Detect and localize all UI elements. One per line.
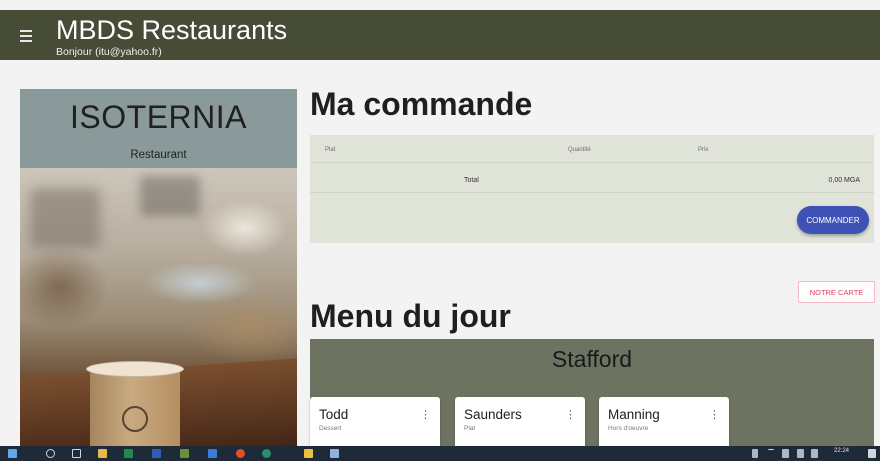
network-icon[interactable] [782,449,789,458]
dish-category: Dessert [319,425,342,432]
more-vert-icon[interactable]: ⋮ [565,408,576,421]
notification-icon[interactable] [868,449,876,458]
dish-card[interactable]: Todd Dessert ⋮ [310,397,440,446]
dish-category: Hors d'oeuvre [608,425,649,432]
windows-taskbar: 22:24 [0,446,880,461]
restaurant-name: ISOTERNIA [70,99,247,135]
search-icon[interactable] [46,449,55,458]
restaurant-card[interactable]: ISOTERNIA Restaurant [20,89,297,446]
order-table: Plat Quantité Prix Total 0,00 MGA COMMAN… [310,135,874,243]
notre-carte-button[interactable]: NOTRE CARTE [798,281,875,303]
column-header-plat: Plat [325,147,336,153]
app-icon[interactable] [180,449,189,458]
menu-du-jour-panel: Stafford Todd Dessert ⋮ Saunders Plat ⋮ … [310,339,874,446]
order-total-row: Total 0,00 MGA [310,163,874,193]
app-icon[interactable] [330,449,339,458]
restaurant-photo [20,168,297,446]
people-icon[interactable] [752,449,758,458]
column-header-prix: Prix [698,147,709,153]
total-label: Total [464,177,479,184]
column-header-quantite: Quantité [568,147,591,153]
dish-name: Manning [608,407,660,422]
volume-icon[interactable] [797,449,804,458]
app-title: MBDS Restaurants [56,15,288,45]
task-view-icon[interactable] [72,449,81,458]
total-value: 0,00 MGA [828,177,860,184]
order-title: Ma commande [310,86,533,122]
clock-time[interactable]: 22:24 [834,448,849,454]
hamburger-menu-icon[interactable] [20,30,38,42]
language-icon[interactable] [811,449,818,458]
user-greeting: Bonjour (itu@yahoo.fr) [56,46,162,58]
app-bar: MBDS Restaurants Bonjour (itu@yahoo.fr) [0,10,880,60]
dish-category: Plat [464,425,476,432]
main-content: ISOTERNIA Restaurant Ma commande Plat Qu… [0,60,880,446]
restaurant-type: Restaurant [130,149,187,161]
excel-icon[interactable] [124,449,133,458]
word-icon[interactable] [152,449,161,458]
more-vert-icon[interactable]: ⋮ [420,408,431,421]
dish-card[interactable]: Manning Hors d'oeuvre ⋮ [599,397,729,446]
commander-button[interactable]: COMMANDER [797,206,869,234]
dish-name: Todd [319,407,349,422]
chevron-up-icon[interactable] [768,449,774,458]
menu-du-jour-title: Menu du jour [310,298,511,334]
order-table-header: Plat Quantité Prix [310,135,874,163]
app-icon[interactable] [262,449,271,458]
app-icon[interactable] [304,449,313,458]
menu-name: Stafford [551,346,633,372]
file-explorer-icon[interactable] [98,449,107,458]
browser-top-strip [0,0,880,10]
dish-name: Saunders [464,407,522,422]
more-vert-icon[interactable]: ⋮ [709,408,720,421]
app-icon[interactable] [208,449,217,458]
dish-card[interactable]: Saunders Plat ⋮ [455,397,585,446]
windows-start-icon[interactable] [8,449,17,458]
browser-icon[interactable] [236,449,245,458]
